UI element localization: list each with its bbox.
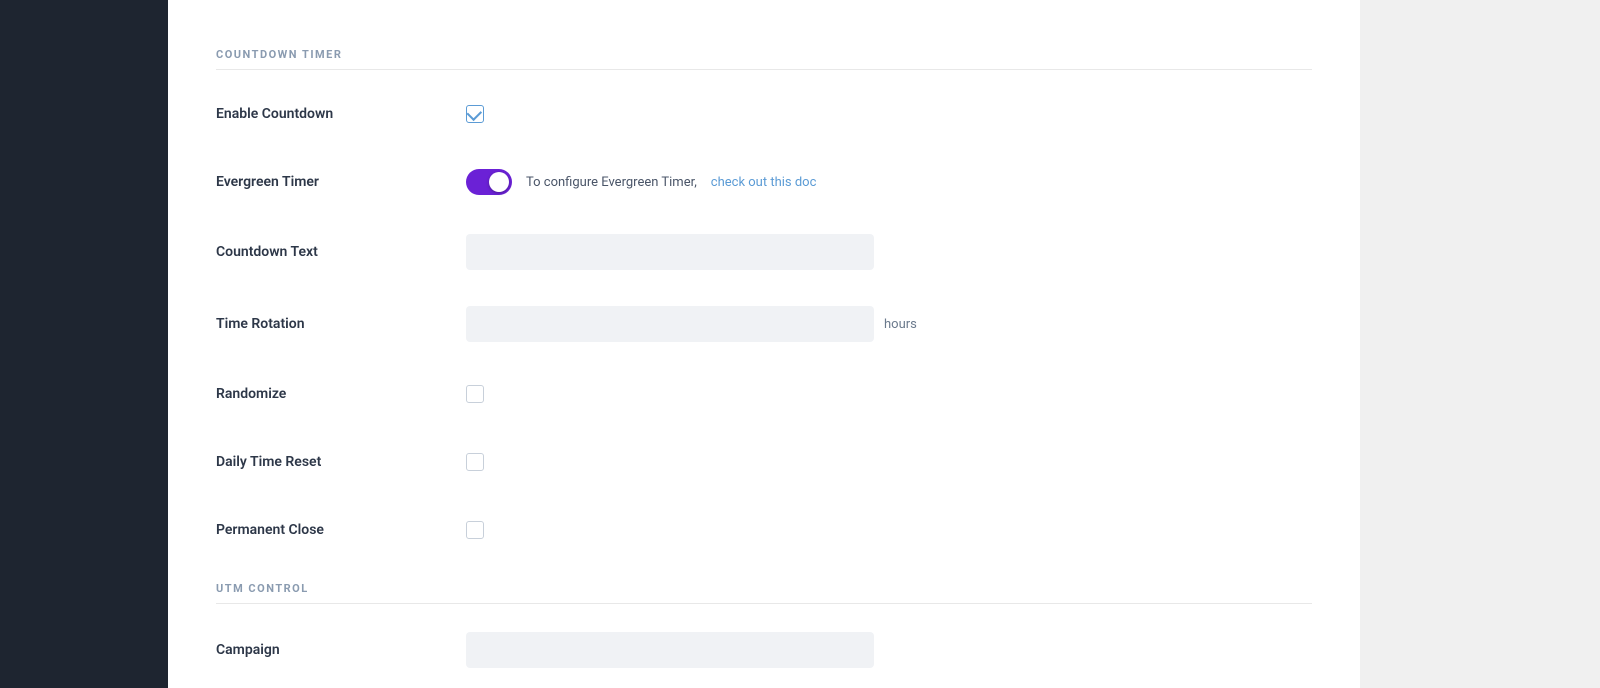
randomize-checkbox[interactable] xyxy=(466,385,484,403)
evergreen-helper-text: To configure Evergreen Timer, xyxy=(526,175,697,190)
time-rotation-input-wrapper: hours xyxy=(466,306,917,342)
evergreen-toggle-wrapper: To configure Evergreen Timer, check out … xyxy=(466,169,816,195)
randomize-row: Randomize xyxy=(216,378,1312,410)
countdown-section: COUNTDOWN TIMER Enable Countdown Evergre… xyxy=(216,48,1312,546)
time-rotation-label: Time Rotation xyxy=(216,316,466,332)
enable-countdown-control xyxy=(466,105,1312,123)
enable-countdown-checkbox[interactable] xyxy=(466,105,484,123)
randomize-control xyxy=(466,385,1312,403)
main-content: COUNTDOWN TIMER Enable Countdown Evergre… xyxy=(168,0,1360,688)
enable-countdown-label: Enable Countdown xyxy=(216,106,466,122)
campaign-control xyxy=(466,632,1312,668)
right-panel xyxy=(1360,0,1600,688)
evergreen-timer-row: Evergreen Timer To configure Evergreen T… xyxy=(216,166,1312,198)
randomize-label: Randomize xyxy=(216,386,466,402)
permanent-close-control xyxy=(466,521,1312,539)
time-rotation-control: hours xyxy=(466,306,1312,342)
countdown-text-input[interactable] xyxy=(466,234,874,270)
campaign-label: Campaign xyxy=(216,642,466,658)
daily-time-reset-checkbox[interactable] xyxy=(466,453,484,471)
sidebar xyxy=(0,0,168,688)
daily-time-reset-row: Daily Time Reset xyxy=(216,446,1312,478)
countdown-text-label: Countdown Text xyxy=(216,244,466,260)
permanent-close-label: Permanent Close xyxy=(216,522,466,538)
countdown-text-row: Countdown Text xyxy=(216,234,1312,270)
evergreen-toggle[interactable] xyxy=(466,169,512,195)
utm-section: UTM CONTROL Campaign xyxy=(216,582,1312,668)
permanent-close-row: Permanent Close xyxy=(216,514,1312,546)
countdown-text-control xyxy=(466,234,1312,270)
utm-section-title: UTM CONTROL xyxy=(216,582,1312,604)
enable-countdown-row: Enable Countdown xyxy=(216,98,1312,130)
evergreen-timer-label: Evergreen Timer xyxy=(216,174,466,190)
daily-time-reset-control xyxy=(466,453,1312,471)
daily-time-reset-label: Daily Time Reset xyxy=(216,454,466,470)
campaign-row: Campaign xyxy=(216,632,1312,668)
time-rotation-suffix: hours xyxy=(884,317,917,332)
permanent-close-checkbox[interactable] xyxy=(466,521,484,539)
campaign-input[interactable] xyxy=(466,632,874,668)
evergreen-doc-link[interactable]: check out this doc xyxy=(711,175,817,190)
time-rotation-input[interactable] xyxy=(466,306,874,342)
countdown-section-title: COUNTDOWN TIMER xyxy=(216,48,1312,70)
time-rotation-row: Time Rotation hours xyxy=(216,306,1312,342)
evergreen-timer-control: To configure Evergreen Timer, check out … xyxy=(466,169,1312,195)
